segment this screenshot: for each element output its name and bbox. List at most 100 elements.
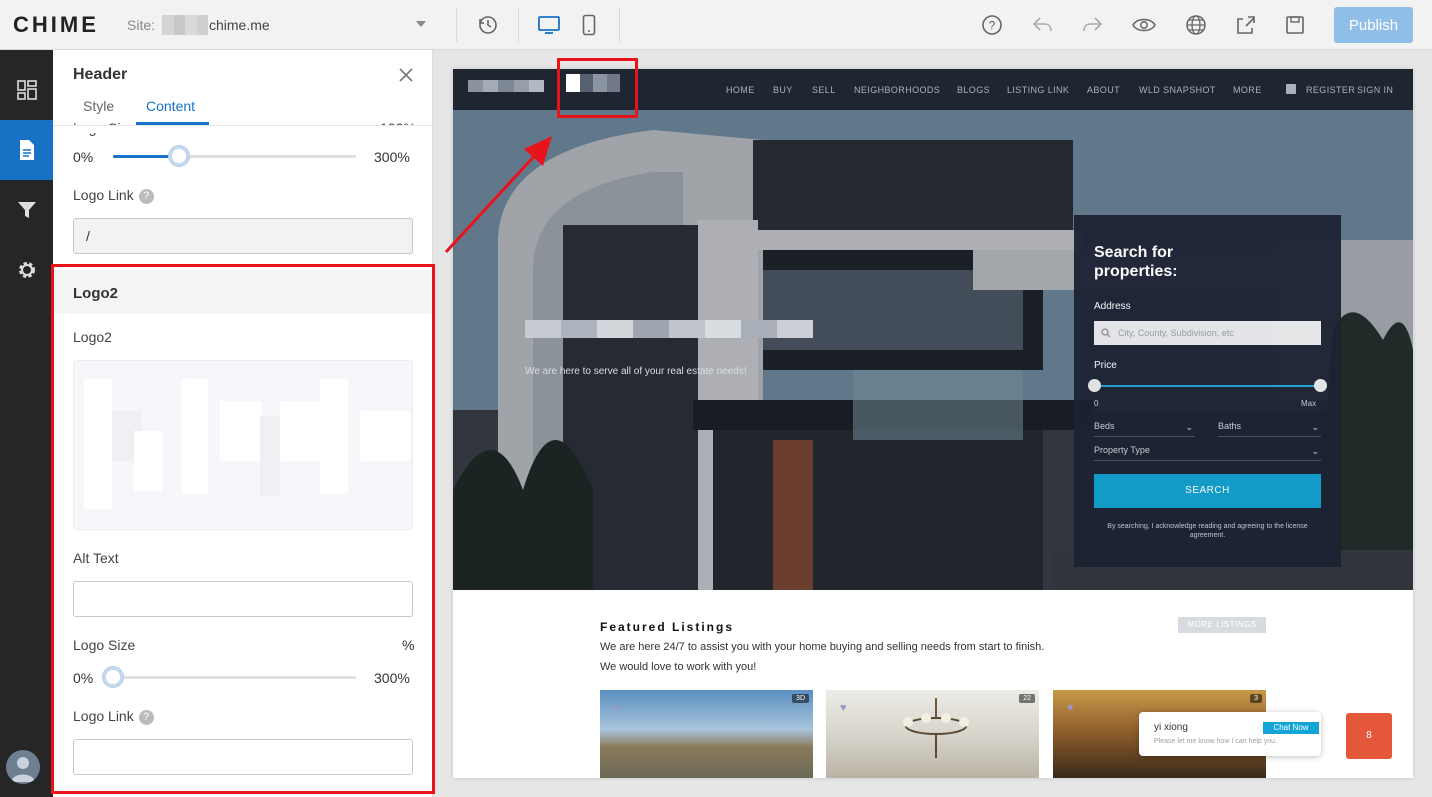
filter-icon (17, 202, 36, 218)
history-icon[interactable] (476, 13, 500, 37)
search-button[interactable]: SEARCH (1094, 474, 1321, 508)
nav-item-blogs[interactable]: BLOGS (957, 85, 990, 95)
help-icon[interactable]: ? (138, 710, 154, 725)
help-icon[interactable]: ? (980, 13, 1004, 37)
tab-content[interactable]: Content (146, 98, 195, 114)
logo2-image-upload[interactable] (73, 360, 413, 530)
site-name-redacted (162, 15, 208, 35)
chat-widget[interactable]: yi xiong Chat Now Please let me know how… (1139, 712, 1321, 756)
listing-card[interactable]: ♥ 22 (826, 690, 1039, 778)
chat-message: Please let me know how I can help you. (1154, 738, 1277, 745)
featured-description-1: We are here 24/7 to assist you with your… (600, 641, 1045, 653)
logo2-size-max: 300% (374, 670, 410, 686)
tab-bar-divider (53, 125, 432, 126)
panel-title: Header (73, 66, 128, 83)
register-link[interactable]: REGISTER (1306, 85, 1355, 95)
logo2-link-label: Logo Link? (73, 708, 154, 725)
price-max-handle[interactable] (1314, 379, 1327, 392)
listing-card[interactable]: ♥ 3D (600, 690, 813, 778)
address-search-input[interactable]: City, County, Subdivision, etc (1094, 321, 1321, 345)
nav-item-wld-snapshot[interactable]: WLD SNAPSHOT (1139, 85, 1216, 95)
chat-now-button[interactable]: Chat Now (1263, 722, 1319, 734)
logo2-size-label: Logo Size (73, 637, 136, 653)
toolbar-divider (619, 8, 620, 42)
price-max-label: Max (1301, 399, 1317, 408)
site-label: Site: (127, 17, 156, 33)
share-icon[interactable] (1234, 13, 1258, 37)
rail-item-filters[interactable] (0, 180, 53, 240)
rail-item-pages[interactable] (0, 120, 53, 180)
gear-icon (18, 262, 35, 278)
search-disclaimer: By searching, I acknowledge reading and … (1107, 523, 1308, 539)
toolbar-divider (456, 8, 457, 42)
price-min-handle[interactable] (1088, 379, 1101, 392)
desktop-view-icon[interactable] (537, 13, 561, 37)
logo2-image-label: Logo2 (73, 329, 112, 345)
logo2-size-slider[interactable] (113, 676, 356, 679)
featured-listings-title: Featured Listings (600, 620, 735, 634)
site-logo2[interactable] (566, 74, 620, 92)
featured-description-2: We would love to work with you! (600, 661, 757, 673)
sign-in-link[interactable]: SIGN IN (1357, 85, 1393, 95)
tab-bar-mask (53, 125, 432, 133)
search-box-title: Search for properties: (1094, 244, 1178, 280)
more-listings-button[interactable]: MORE LISTINGS (1178, 617, 1266, 633)
tab-style[interactable]: Style (83, 98, 114, 114)
price-min-label: 0 (1094, 399, 1099, 408)
nav-item-home[interactable]: HOME (726, 85, 755, 95)
chime-logo: CHIME (13, 12, 99, 37)
redo-icon[interactable] (1081, 13, 1105, 37)
nav-item-buy[interactable]: BUY (773, 85, 793, 95)
beds-select[interactable]: Beds ⌄ (1094, 421, 1195, 437)
settings-panel: Header Style Content Logo Size 100% 0% 3… (53, 50, 433, 797)
document-icon (19, 140, 34, 160)
site-selector[interactable]: chime.me (209, 17, 270, 33)
alt-text-field[interactable] (73, 581, 413, 617)
publish-button[interactable]: Publish (1334, 7, 1413, 43)
nav-item-about[interactable]: ABOUT (1087, 85, 1120, 95)
address-label: Address (1094, 301, 1131, 312)
site-header: HOME BUY SELL NEIGHBORHOODS BLOGS LISTIN… (453, 69, 1413, 110)
heart-icon[interactable]: ♥ (1067, 702, 1074, 714)
nav-item-sell[interactable]: SELL (812, 85, 836, 95)
hero-headline-redacted (525, 320, 813, 338)
price-label: Price (1094, 360, 1117, 371)
logo2-size-value: % (402, 637, 415, 653)
baths-select[interactable]: Baths ⌄ (1218, 421, 1321, 437)
hero-banner: We are here to serve all of your real es… (453, 110, 1413, 590)
chat-agent-name: yi xiong (1154, 722, 1188, 733)
top-toolbar: CHIME Site: chime.me ? Publish (0, 0, 1432, 50)
user-icon (1286, 84, 1296, 94)
grid-icon (16, 80, 37, 100)
help-icon[interactable]: ? (138, 189, 154, 204)
user-avatar[interactable] (6, 750, 40, 784)
property-type-select[interactable]: Property Type ⌄ (1094, 445, 1321, 461)
rail-item-layouts[interactable] (0, 60, 53, 120)
logo-link-field[interactable]: / (73, 218, 413, 254)
close-icon[interactable] (397, 66, 415, 84)
alt-text-label: Alt Text (73, 550, 119, 566)
logo-size-slider-handle[interactable] (168, 146, 189, 166)
undo-icon[interactable] (1030, 13, 1054, 37)
site-logo[interactable] (468, 80, 545, 92)
left-rail (0, 50, 53, 797)
price-range-slider[interactable] (1094, 385, 1321, 387)
nav-item-neighborhoods[interactable]: NEIGHBORHOODS (854, 85, 940, 95)
logo-link-label: Logo Link? (73, 187, 154, 204)
heart-icon[interactable]: ♥ (614, 702, 621, 714)
rail-item-settings[interactable] (0, 240, 53, 300)
preview-eye-icon[interactable] (1132, 13, 1156, 37)
chat-launcher[interactable]: 8 (1346, 713, 1392, 759)
globe-icon[interactable] (1184, 13, 1208, 37)
chevron-down-icon: ⌄ (1311, 422, 1319, 432)
nav-item-more[interactable]: MORE (1233, 85, 1262, 95)
chandelier-image (903, 698, 969, 758)
chevron-down-icon[interactable] (416, 21, 426, 27)
heart-icon[interactable]: ♥ (840, 702, 847, 714)
logo2-link-field[interactable] (73, 739, 413, 775)
mobile-view-icon[interactable] (577, 13, 601, 37)
nav-item-listing-link[interactable]: LISTING LINK (1007, 85, 1069, 95)
save-icon[interactable] (1283, 13, 1307, 37)
property-search-box: Search for properties: Address City, Cou… (1074, 215, 1341, 567)
logo2-size-slider-handle[interactable] (103, 667, 123, 687)
